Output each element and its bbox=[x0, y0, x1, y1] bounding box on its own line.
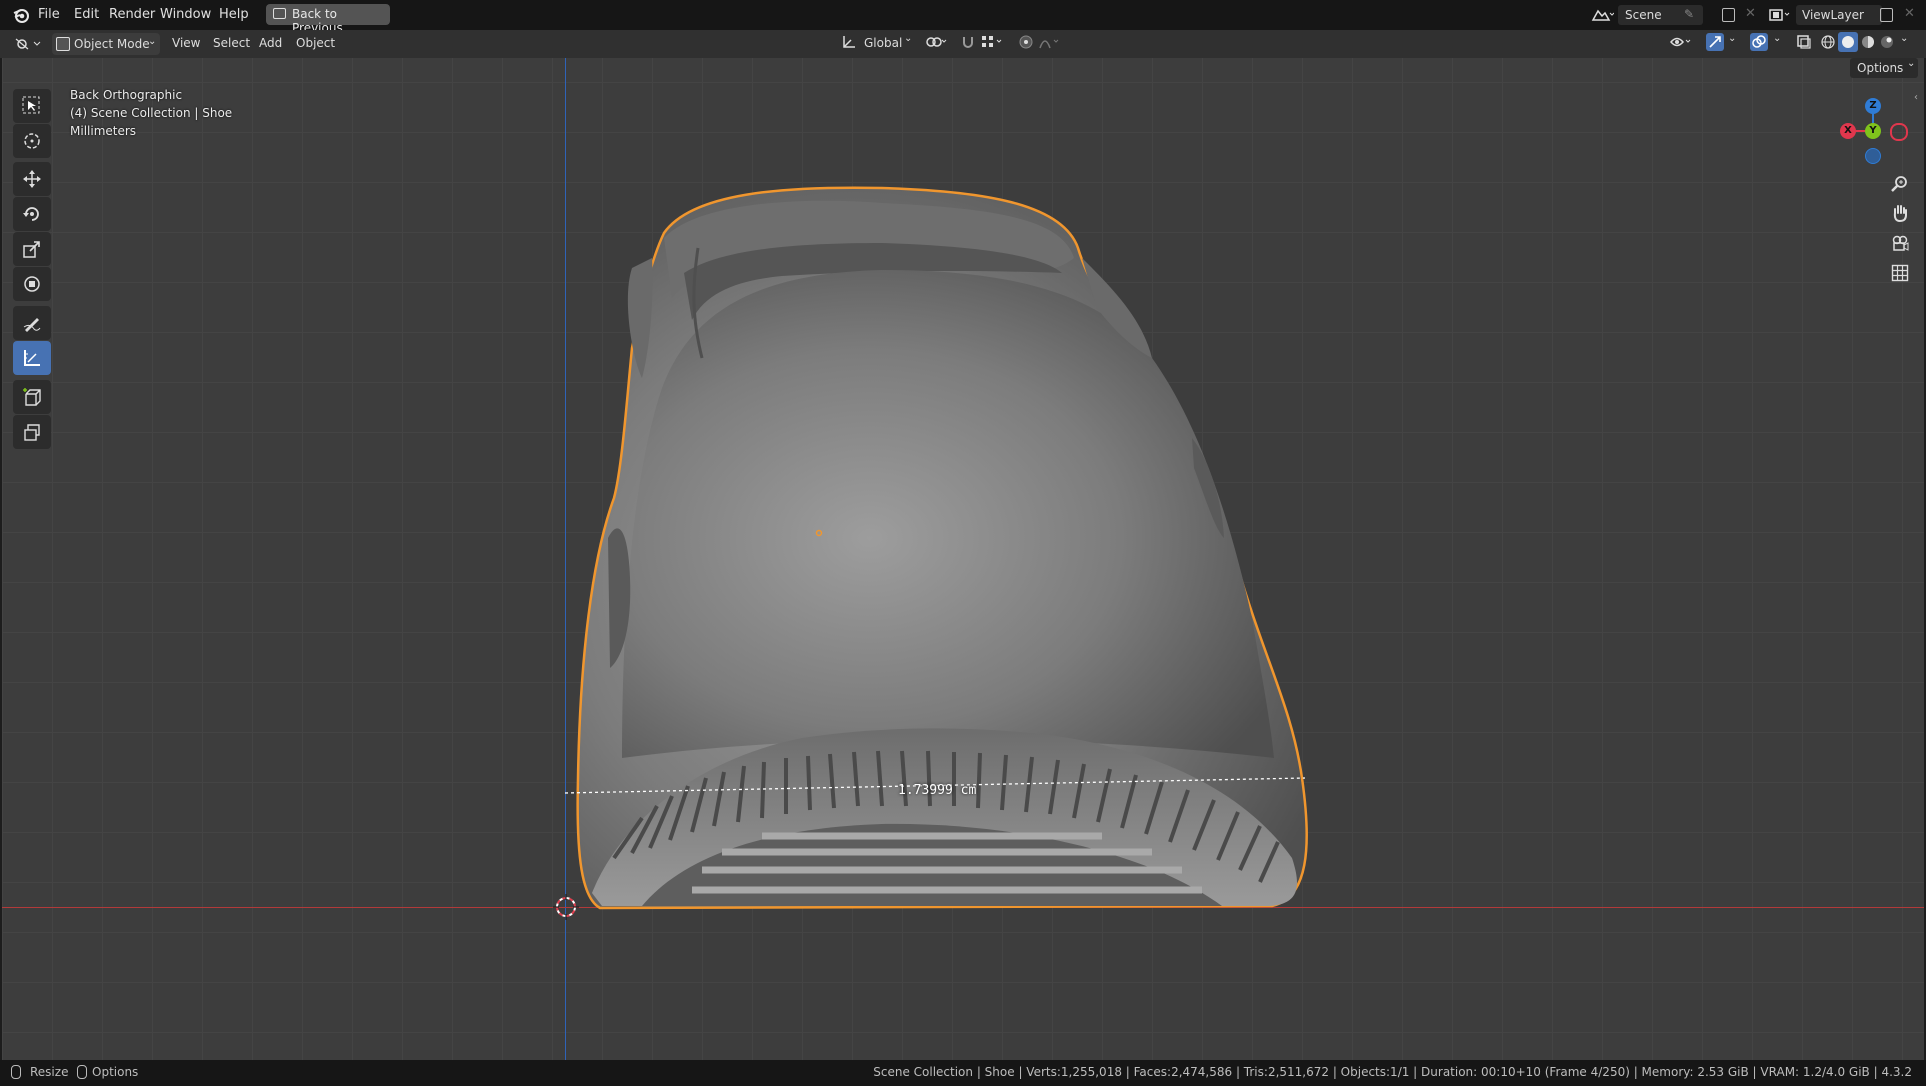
add-cube-icon bbox=[22, 387, 42, 407]
view-layer-icon[interactable] bbox=[1768, 7, 1792, 23]
gizmo-neg-z-axis[interactable] bbox=[1865, 148, 1881, 164]
extrude-tool[interactable] bbox=[13, 415, 51, 449]
options-label: Options bbox=[1857, 61, 1904, 75]
measure-tool[interactable] bbox=[13, 341, 51, 375]
new-scene-icon[interactable] bbox=[1722, 8, 1735, 22]
select-box-icon bbox=[22, 96, 40, 114]
view-name: Back Orthographic bbox=[70, 88, 183, 102]
chevron-down-icon[interactable]: ⌄ bbox=[1773, 33, 1781, 44]
header-menu-select[interactable]: Select bbox=[213, 36, 250, 50]
object-mode-label: Object Mode bbox=[74, 37, 150, 51]
scene-icon[interactable] bbox=[1590, 7, 1615, 23]
perspective-toggle-button[interactable] bbox=[1886, 259, 1914, 287]
zoom-icon bbox=[1891, 175, 1909, 197]
move-tool[interactable] bbox=[13, 162, 51, 196]
scale-icon bbox=[22, 239, 42, 259]
sidebar-toggle-icon[interactable]: ‹ bbox=[1914, 92, 1918, 103]
scene-name: Scene bbox=[1625, 8, 1662, 22]
pivot-point-icon[interactable] bbox=[925, 34, 949, 50]
scene-name-field[interactable]: Scene ✎ bbox=[1618, 5, 1703, 25]
pan-hand-icon bbox=[1891, 204, 1909, 226]
menu-help[interactable]: Help bbox=[219, 7, 249, 22]
visibility-eye-icon[interactable] bbox=[1669, 34, 1695, 50]
mouse-resize-icon bbox=[11, 1065, 21, 1079]
navigation-gizmo[interactable]: Z Y X bbox=[1832, 83, 1912, 164]
mouse-options-icon bbox=[77, 1065, 87, 1079]
gizmo-neg-x-axis[interactable] bbox=[1890, 123, 1908, 141]
options-dropdown[interactable]: Options ⌄ bbox=[1850, 58, 1918, 78]
pan-button[interactable] bbox=[1886, 199, 1914, 227]
editor-type-icon[interactable] bbox=[14, 35, 44, 53]
object-mode-icon bbox=[56, 37, 70, 51]
orientation-label[interactable]: Global bbox=[864, 36, 902, 50]
rendered-shading-icon[interactable] bbox=[1879, 34, 1895, 50]
rotate-tool[interactable] bbox=[13, 197, 51, 231]
gizmo-x-axis[interactable]: X bbox=[1840, 123, 1856, 139]
move-icon bbox=[22, 169, 42, 189]
snap-target-icon[interactable] bbox=[980, 34, 1006, 50]
new-view-layer-icon[interactable] bbox=[1880, 8, 1893, 22]
object-mode-dropdown[interactable]: Object Mode ⌄ bbox=[52, 33, 160, 55]
rotate-icon bbox=[22, 204, 42, 224]
select-box-tool[interactable] bbox=[13, 89, 51, 123]
annotate-tool[interactable] bbox=[13, 306, 51, 340]
header-menu-object[interactable]: Object bbox=[296, 36, 335, 50]
top-menu-bar: File Edit Render Window Help Back to Pre… bbox=[0, 0, 1926, 35]
screen-icon bbox=[273, 8, 286, 19]
chevron-down-icon[interactable]: ⌄ bbox=[904, 33, 912, 44]
extrude-icon bbox=[22, 422, 42, 442]
transform-icon bbox=[22, 274, 42, 294]
cursor-tool[interactable] bbox=[13, 124, 51, 158]
solid-shading-icon[interactable] bbox=[1838, 32, 1858, 52]
measurement-label: 1.73999 cm bbox=[898, 783, 977, 798]
cursor-icon bbox=[22, 131, 42, 151]
chevron-down-icon: ⌄ bbox=[1907, 58, 1916, 69]
menu-window[interactable]: Window bbox=[160, 7, 211, 22]
transform-tool[interactable] bbox=[13, 267, 51, 301]
wireframe-shading-icon[interactable] bbox=[1820, 34, 1836, 50]
3d-viewport[interactable]: 1.73999 cm Back Orthographic (4) Scene C… bbox=[2, 58, 1924, 1060]
units-info: Millimeters bbox=[70, 124, 137, 138]
view-layer-field[interactable]: ViewLayer bbox=[1796, 5, 1882, 25]
camera-view-button[interactable] bbox=[1886, 229, 1914, 257]
chevron-down-icon[interactable]: ⌄ bbox=[1728, 33, 1736, 44]
snap-icon[interactable] bbox=[960, 34, 976, 50]
measure-icon bbox=[22, 348, 42, 368]
menu-edit[interactable]: Edit bbox=[74, 7, 99, 22]
blender-logo-icon[interactable] bbox=[12, 6, 30, 24]
back-to-previous-button[interactable]: Back to Previous bbox=[266, 4, 390, 35]
shoe-mesh[interactable] bbox=[2, 58, 1924, 1060]
annotate-icon bbox=[22, 313, 42, 333]
material-shading-icon[interactable] bbox=[1860, 34, 1876, 50]
header-menu-add[interactable]: Add bbox=[259, 36, 282, 50]
pin-icon[interactable]: ✎ bbox=[1684, 7, 1694, 21]
grid-icon bbox=[1891, 264, 1909, 286]
collection-info: (4) Scene Collection | Shoe bbox=[70, 106, 233, 120]
falloff-icon[interactable] bbox=[1038, 34, 1064, 50]
scene-statistics: Scene Collection | Shoe | Verts:1,255,01… bbox=[873, 1065, 1912, 1079]
gizmo-toggle-icon[interactable] bbox=[1706, 33, 1724, 51]
proportional-editing-icon[interactable] bbox=[1018, 34, 1034, 50]
chevron-down-icon: ⌄ bbox=[148, 36, 157, 47]
xray-toggle-icon[interactable] bbox=[1796, 34, 1812, 50]
header-menu-view[interactable]: View bbox=[172, 36, 200, 50]
status-options-label: Options bbox=[92, 1065, 139, 1079]
chevron-down-icon[interactable]: ⌄ bbox=[1900, 33, 1908, 44]
add-cube-tool[interactable] bbox=[13, 380, 51, 414]
zoom-button[interactable] bbox=[1886, 170, 1914, 198]
remove-view-layer-icon[interactable]: ✕ bbox=[1904, 6, 1915, 21]
transform-orientation-icon[interactable] bbox=[841, 34, 857, 50]
scale-tool[interactable] bbox=[13, 232, 51, 266]
menu-file[interactable]: File bbox=[38, 7, 60, 22]
gizmo-z-axis[interactable]: Z bbox=[1865, 98, 1881, 114]
remove-scene-icon[interactable]: ✕ bbox=[1745, 6, 1756, 21]
status-bar: Resize Options Scene Collection | Shoe |… bbox=[0, 1060, 1926, 1086]
menu-render[interactable]: Render bbox=[109, 7, 155, 22]
view-layer-name: ViewLayer bbox=[1802, 8, 1864, 22]
status-resize-label: Resize bbox=[30, 1065, 69, 1079]
overlays-toggle-icon[interactable] bbox=[1750, 33, 1768, 51]
camera-icon bbox=[1891, 234, 1909, 256]
3d-cursor-icon bbox=[553, 894, 579, 920]
gizmo-y-axis[interactable]: Y bbox=[1865, 123, 1881, 139]
